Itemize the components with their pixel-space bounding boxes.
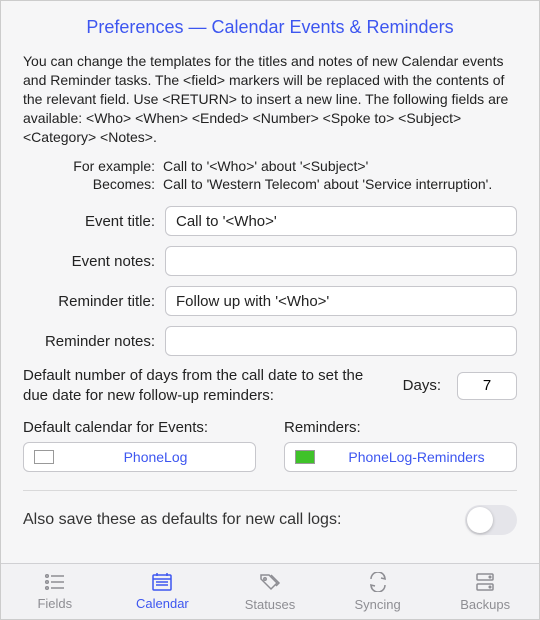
- tab-calendar[interactable]: Calendar: [120, 573, 204, 611]
- reminders-color-swatch: [295, 450, 315, 464]
- calendar-icon: [152, 573, 172, 594]
- events-calendar-name: PhoneLog: [66, 449, 245, 465]
- event-notes-label: Event notes:: [23, 253, 155, 270]
- event-notes-input[interactable]: [165, 246, 517, 276]
- event-title-label: Event title:: [23, 213, 155, 230]
- example-for-label: For example:: [23, 158, 155, 174]
- tab-fields-label: Fields: [37, 596, 72, 611]
- events-color-swatch: [34, 450, 54, 464]
- tab-statuses-label: Statuses: [245, 597, 296, 612]
- tab-statuses[interactable]: Statuses: [228, 572, 312, 612]
- reminder-notes-input[interactable]: [165, 326, 517, 356]
- save-defaults-label: Also save these as defaults for new call…: [23, 511, 341, 529]
- intro-text: You can change the templates for the tit…: [23, 52, 517, 146]
- reminder-notes-label: Reminder notes:: [23, 333, 155, 350]
- reminders-calendar-name: PhoneLog-Reminders: [327, 449, 506, 465]
- default-reminders-calendar-label: Reminders:: [284, 419, 517, 436]
- tab-backups[interactable]: Backups: [443, 572, 527, 612]
- tab-bar: Fields Calendar Statuses: [1, 563, 539, 619]
- reminders-calendar-select[interactable]: PhoneLog-Reminders: [284, 442, 517, 472]
- tab-syncing[interactable]: Syncing: [336, 572, 420, 612]
- example-for-value: Call to '<Who>' about '<Subject>': [163, 158, 517, 174]
- example-becomes-value: Call to 'Western Telecom' about 'Service…: [163, 176, 517, 192]
- days-input[interactable]: [457, 372, 517, 400]
- example-becomes-label: Becomes:: [23, 176, 155, 192]
- save-defaults-toggle[interactable]: [465, 505, 517, 535]
- days-description: Default number of days from the call dat…: [23, 366, 387, 405]
- reminder-title-label: Reminder title:: [23, 293, 155, 310]
- sync-icon: [368, 572, 388, 595]
- reminder-title-input[interactable]: [165, 286, 517, 316]
- backups-icon: [475, 572, 495, 595]
- divider: [23, 490, 517, 491]
- fields-icon: [44, 573, 66, 594]
- days-label: Days:: [403, 377, 441, 394]
- example-block: For example: Call to '<Who>' about '<Sub…: [23, 158, 517, 192]
- tag-icon: [259, 572, 281, 595]
- event-title-input[interactable]: [165, 206, 517, 236]
- default-events-calendar-label: Default calendar for Events:: [23, 419, 256, 436]
- tab-calendar-label: Calendar: [136, 596, 189, 611]
- tab-backups-label: Backups: [460, 597, 510, 612]
- page-title: Preferences — Calendar Events & Reminder…: [23, 17, 517, 38]
- events-calendar-select[interactable]: PhoneLog: [23, 442, 256, 472]
- tab-syncing-label: Syncing: [354, 597, 400, 612]
- toggle-knob: [467, 507, 493, 533]
- tab-fields[interactable]: Fields: [13, 573, 97, 611]
